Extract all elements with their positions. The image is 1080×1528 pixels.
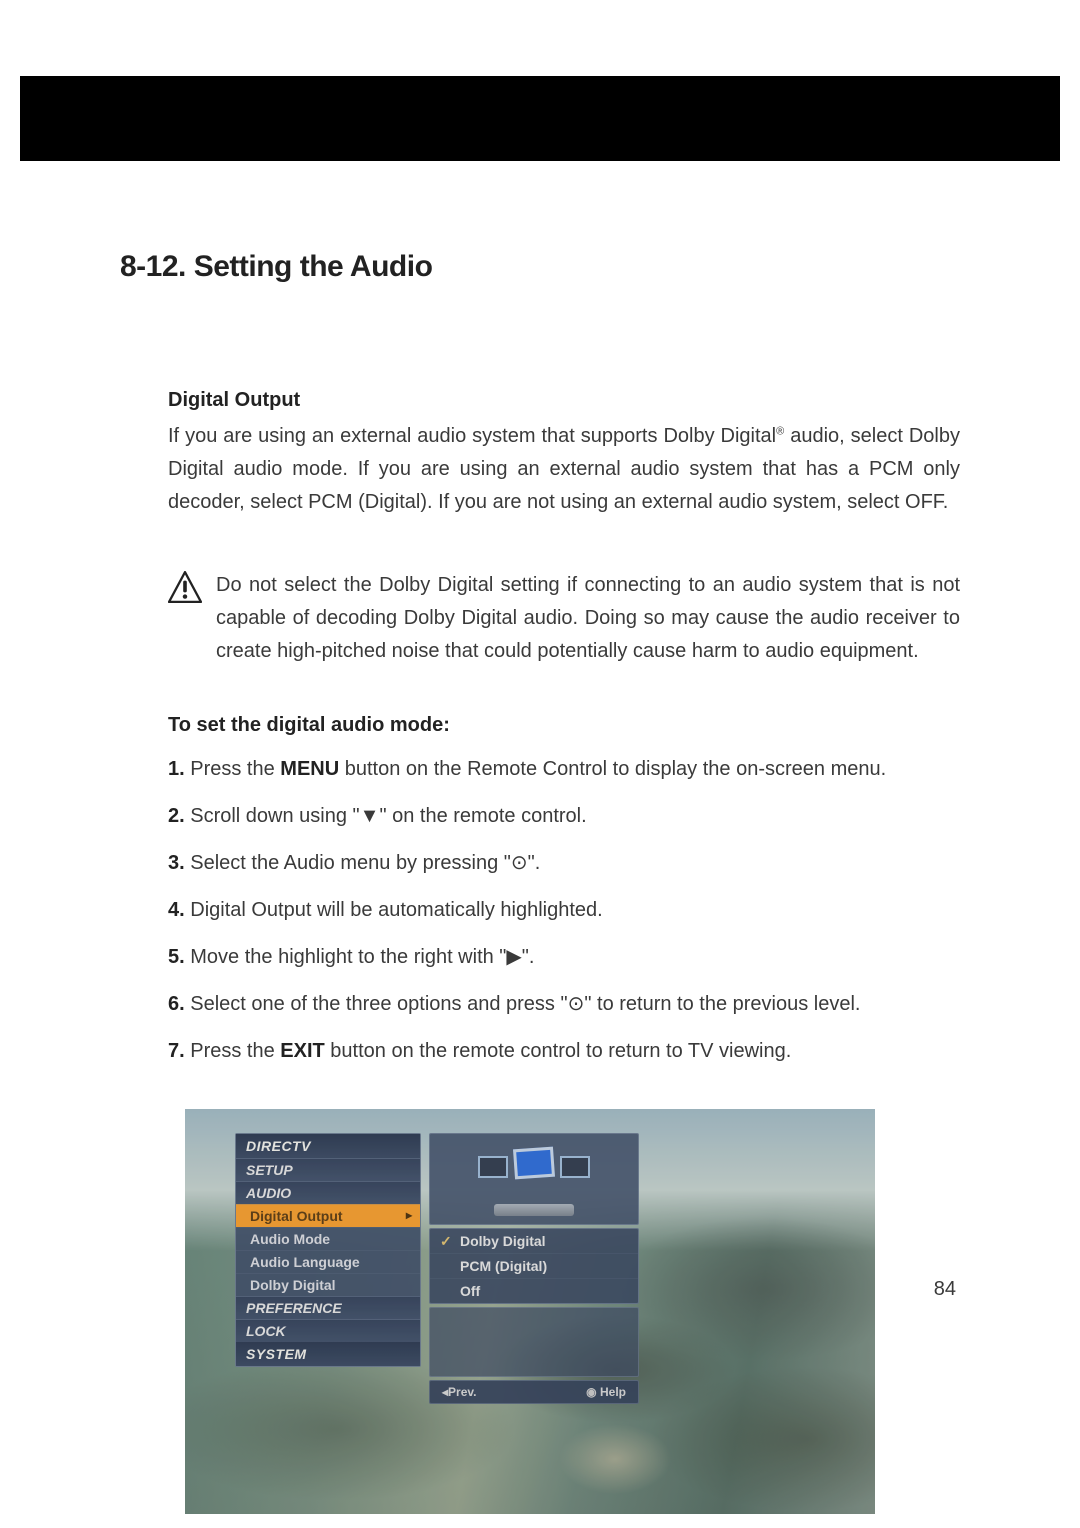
- osd-help-button[interactable]: Help: [586, 1385, 626, 1399]
- osd-crumb-audio[interactable]: AUDIO: [236, 1181, 420, 1204]
- step-text: Move the highlight to the right with ": [185, 946, 507, 968]
- tv-icon: [478, 1156, 508, 1178]
- osd-option-off[interactable]: Off: [430, 1278, 638, 1303]
- tv-icon: [560, 1156, 590, 1178]
- osd-option-pcm[interactable]: PCM (Digital): [430, 1253, 638, 1278]
- digital-output-heading: Digital Output: [168, 389, 960, 412]
- header-black-bar: [20, 76, 1060, 161]
- step-num: 3.: [168, 852, 185, 874]
- section-title: 8-12. Setting the Audio: [120, 250, 960, 284]
- step-1: 1. Press the MENU button on the Remote C…: [168, 754, 960, 784]
- osd-section-preference[interactable]: PREFERENCE: [236, 1296, 420, 1319]
- select-dot-icon: ⊙: [511, 852, 528, 874]
- step-text: " to return to the previous level.: [584, 993, 860, 1015]
- osd-item-digital-output[interactable]: Digital Output: [236, 1204, 420, 1227]
- step-text: ".: [528, 852, 541, 874]
- step-text: ".: [522, 946, 535, 968]
- select-dot-icon: ⊙: [568, 993, 585, 1015]
- osd-section-system[interactable]: SYSTEM: [236, 1342, 420, 1366]
- osd-empty-panel: [429, 1307, 639, 1377]
- warning-block: Do not select the Dolby Digital setting …: [168, 569, 960, 668]
- procedure-heading: To set the digital audio mode:: [168, 714, 960, 737]
- warning-icon: [168, 571, 206, 668]
- right-arrow-icon: ▶: [506, 946, 521, 968]
- osd-prev-button[interactable]: ◂Prev.: [442, 1385, 477, 1399]
- pedestal-icon: [494, 1204, 574, 1216]
- page-number: 84: [934, 1278, 956, 1301]
- para-pre: If you are using an external audio syste…: [168, 425, 776, 447]
- step-text: Scroll down using ": [185, 805, 360, 827]
- step-7: 7. Press the EXIT button on the remote c…: [168, 1036, 960, 1066]
- step-3: 3. Select the Audio menu by pressing "⊙"…: [168, 848, 960, 878]
- menu-button-label: MENU: [280, 758, 339, 780]
- osd-preview-graphic: [429, 1133, 639, 1225]
- page-content: 8-12. Setting the Audio Digital Output I…: [120, 250, 960, 1066]
- osd-crumb-setup[interactable]: SETUP: [236, 1158, 420, 1181]
- step-text: Select one of the three options and pres…: [185, 993, 568, 1015]
- osd-crumb-directv[interactable]: DIRECTV: [236, 1134, 420, 1158]
- osd-item-audio-mode[interactable]: Audio Mode: [236, 1227, 420, 1250]
- steps-list: 1. Press the MENU button on the Remote C…: [168, 754, 960, 1066]
- tv-icon: [513, 1147, 555, 1180]
- step-text: Digital Output will be automatically hig…: [185, 899, 603, 921]
- down-arrow-icon: ▼: [360, 805, 380, 827]
- osd-option-dolby-digital[interactable]: Dolby Digital: [430, 1229, 638, 1253]
- step-text: Press the: [185, 1040, 281, 1062]
- step-num: 7.: [168, 1040, 185, 1062]
- digital-output-paragraph: If you are using an external audio syste…: [168, 420, 960, 519]
- osd-menu: DIRECTV SETUP AUDIO Digital Output Audio…: [235, 1133, 645, 1404]
- step-num: 6.: [168, 993, 185, 1015]
- warning-text: Do not select the Dolby Digital setting …: [216, 569, 960, 668]
- osd-section-lock[interactable]: LOCK: [236, 1319, 420, 1342]
- step-num: 5.: [168, 946, 185, 968]
- osd-footer: ◂Prev. Help: [429, 1380, 639, 1404]
- step-5: 5. Move the highlight to the right with …: [168, 942, 960, 972]
- step-2: 2. Scroll down using "▼" on the remote c…: [168, 801, 960, 831]
- osd-left-column: DIRECTV SETUP AUDIO Digital Output Audio…: [235, 1133, 421, 1370]
- step-num: 1.: [168, 758, 185, 780]
- step-text: Press the: [185, 758, 281, 780]
- step-text: Select the Audio menu by pressing ": [185, 852, 511, 874]
- step-num: 4.: [168, 899, 185, 921]
- osd-right-column: Dolby Digital PCM (Digital) Off ◂Prev. H…: [429, 1133, 639, 1404]
- step-6: 6. Select one of the three options and p…: [168, 989, 960, 1019]
- step-num: 2.: [168, 805, 185, 827]
- osd-breadcrumb-panel: DIRECTV SETUP AUDIO Digital Output Audio…: [235, 1133, 421, 1367]
- osd-item-dolby-digital[interactable]: Dolby Digital: [236, 1273, 420, 1296]
- osd-screenshot: DIRECTV SETUP AUDIO Digital Output Audio…: [185, 1109, 875, 1514]
- step-text: button on the Remote Control to display …: [339, 758, 886, 780]
- step-text: button on the remote control to return t…: [325, 1040, 792, 1062]
- step-4: 4. Digital Output will be automatically …: [168, 895, 960, 925]
- step-text: " on the remote control.: [379, 805, 586, 827]
- osd-item-audio-language[interactable]: Audio Language: [236, 1250, 420, 1273]
- exit-button-label: EXIT: [280, 1040, 324, 1062]
- osd-options-panel: Dolby Digital PCM (Digital) Off: [429, 1228, 639, 1304]
